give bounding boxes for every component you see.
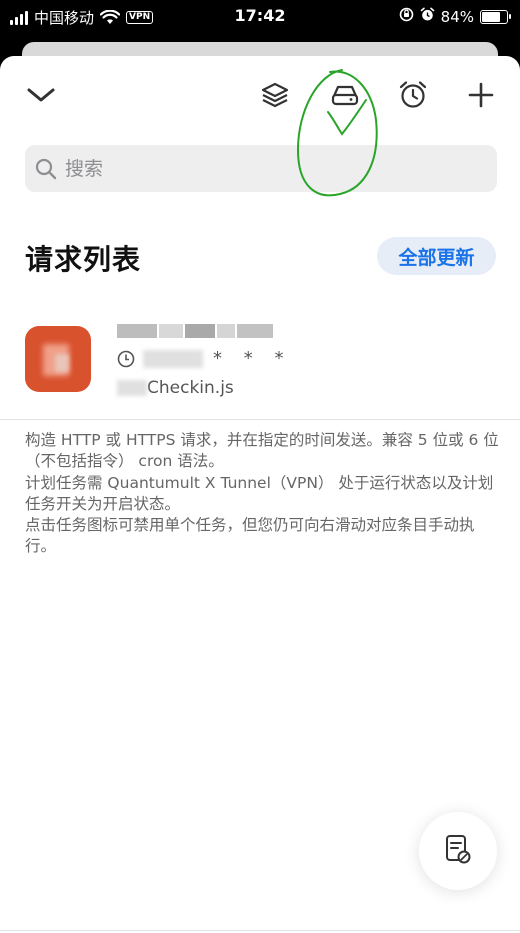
list-item[interactable]: * * * Checkin.js [0,314,520,418]
description-line: 构造 HTTP 或 HTTPS 请求，并在指定的时间发送。兼容 5 位或 6 位… [25,431,499,471]
description: 构造 HTTP 或 HTTPS 请求，并在指定的时间发送。兼容 5 位或 6 位… [25,430,500,558]
layers-icon[interactable] [258,78,292,112]
section-title: 请求列表 [25,243,142,276]
drive-icon[interactable] [328,78,362,112]
chevron-down-icon[interactable] [24,78,58,112]
status-bar: 中国移动 VPN 17:42 84% [0,0,520,34]
description-line: 计划任务需 Quantumult X Tunnel（VPN） 处于运行状态以及计… [25,473,494,513]
script-suffix: Checkin.js [147,378,234,398]
log-button[interactable] [419,812,497,890]
scheduled-tasks-sheet: 请求列表 全部更新 * * * Checkin.js 构造 HTTP 或 HTT… [0,56,520,933]
clock-icon [117,350,135,368]
plus-icon[interactable] [464,78,498,112]
log-icon [443,833,473,869]
task-icon[interactable] [25,326,91,392]
battery-icon [480,9,511,24]
divider [0,419,520,420]
search-input[interactable] [63,156,447,181]
search-icon [35,158,57,180]
description-line: 点击任务图标可禁用单个任务，但您仍可向右滑动对应条目手动执行。 [25,516,475,556]
script-prefix-redacted [117,380,147,396]
task-name-redacted [117,320,277,342]
update-all-button[interactable]: 全部更新 [377,237,496,275]
task-schedule: * * * [117,348,291,369]
alarm-status-icon [420,7,435,26]
schedule-redacted [143,349,203,368]
nav-bar [0,56,520,136]
schedule-stars: * * * [213,348,292,369]
search-bar[interactable] [25,145,497,192]
battery-percent: 84% [440,7,474,26]
orientation-lock-icon [399,7,414,26]
task-script: Checkin.js [117,378,234,398]
alarm-icon[interactable] [396,78,430,112]
bottom-divider [0,930,520,931]
